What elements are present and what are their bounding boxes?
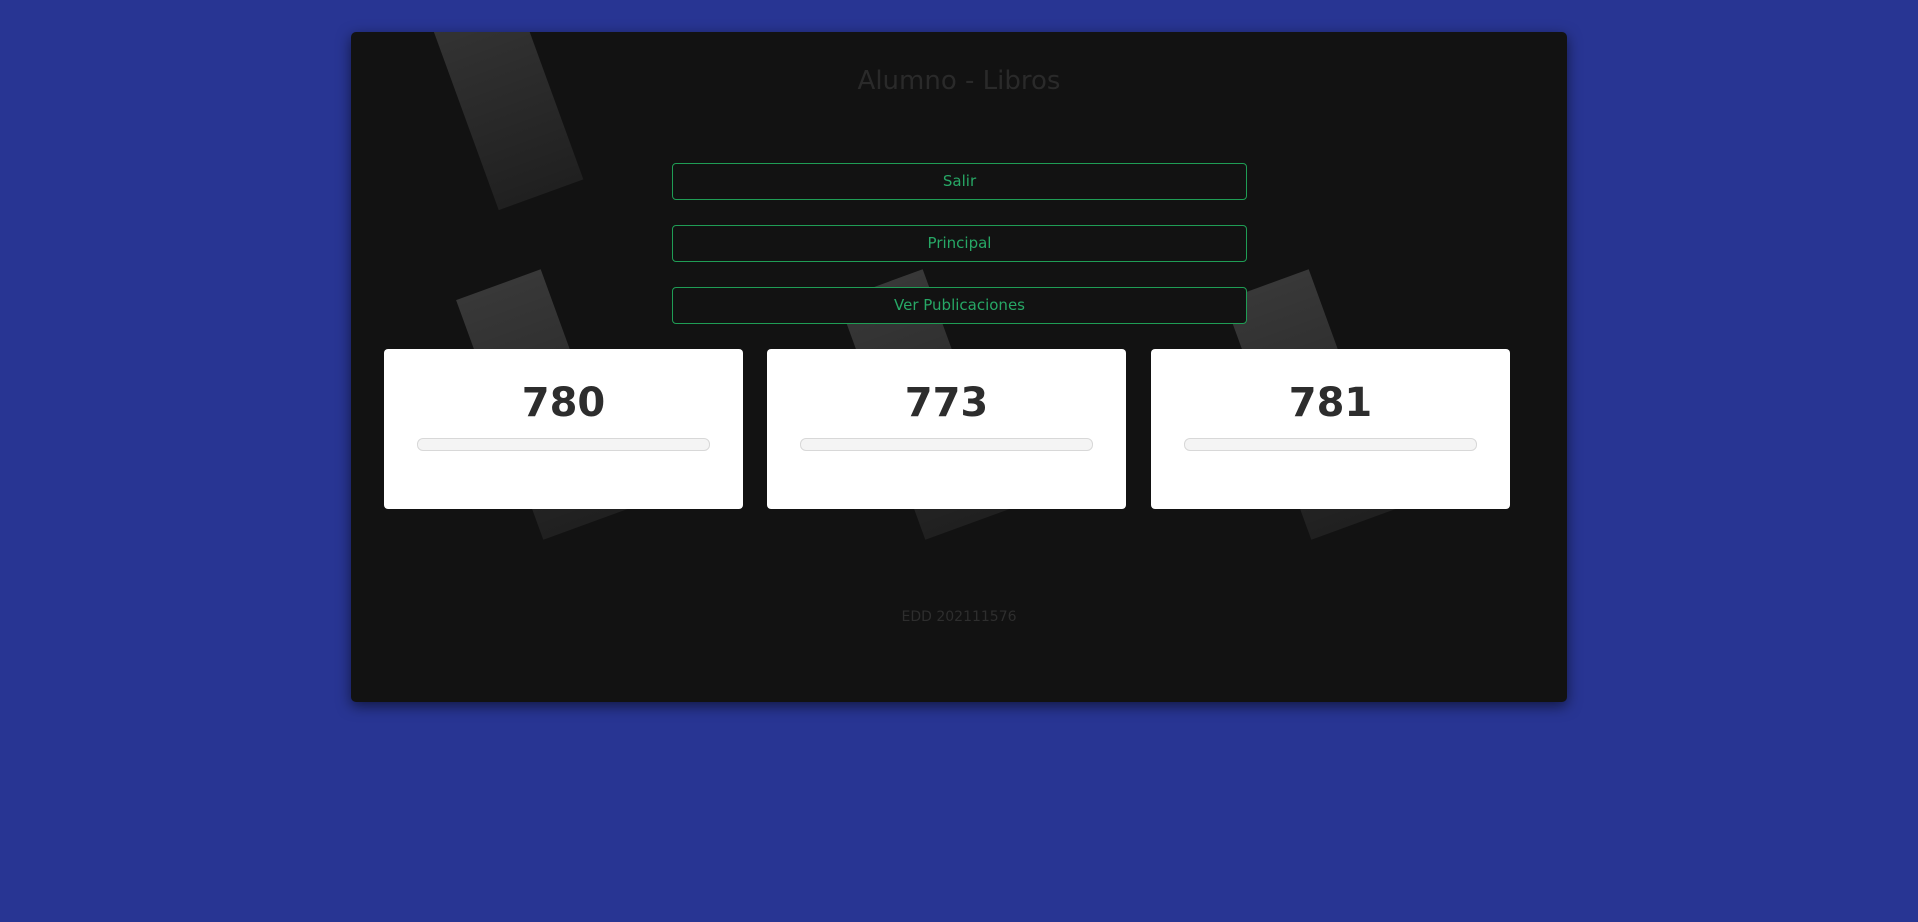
ver-publicaciones-button[interactable]: Ver Publicaciones — [672, 287, 1247, 324]
stat-card: 781 — [1151, 349, 1510, 509]
stat-value: 773 — [904, 380, 989, 426]
decorative-shape — [416, 32, 584, 211]
main-panel: Alumno - Libros Salir Principal Ver Publ… — [351, 32, 1567, 702]
progress-bar — [1184, 438, 1477, 451]
progress-bar — [800, 438, 1093, 451]
stat-value: 780 — [521, 380, 606, 426]
page-title: Alumno - Libros — [857, 66, 1061, 96]
principal-button[interactable]: Principal — [672, 225, 1247, 262]
stat-card: 773 — [767, 349, 1126, 509]
stat-value: 781 — [1288, 380, 1373, 426]
salir-button[interactable]: Salir — [672, 163, 1247, 200]
stat-card: 780 — [384, 349, 743, 509]
footer-text: EDD 202111576 — [901, 609, 1017, 625]
progress-bar — [417, 438, 710, 451]
